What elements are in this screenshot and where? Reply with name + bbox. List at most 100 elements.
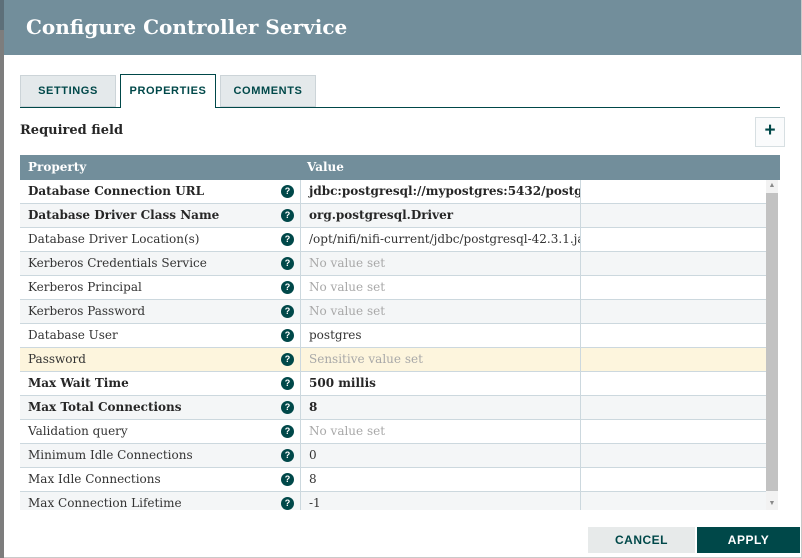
row-filler-cell (580, 228, 766, 251)
property-name: Kerberos Principal (28, 280, 142, 294)
table-row[interactable]: Password? Sensitive value set (20, 348, 766, 372)
row-filler-cell (580, 492, 766, 510)
property-cell: Max Total Connections? (20, 396, 300, 419)
tab-settings[interactable]: SETTINGS (20, 75, 116, 107)
property-value[interactable]: 8 (300, 468, 580, 491)
property-value[interactable]: /opt/nifi/nifi-current/jdbc/postgresql-4… (300, 228, 580, 251)
scroll-down-icon[interactable]: ▼ (766, 498, 778, 510)
property-name: Max Connection Lifetime (28, 496, 182, 510)
row-filler-cell (580, 396, 766, 419)
table-row[interactable]: Database Driver Location(s)? /opt/nifi/ni… (20, 228, 766, 252)
table-row[interactable]: Validation query? No value set (20, 420, 766, 444)
help-icon[interactable]: ? (281, 305, 294, 318)
property-value[interactable]: No value set (300, 300, 580, 323)
property-value[interactable]: jdbc:postgresql://mypostgres:5432/postgr… (300, 180, 580, 203)
table-body: Database Connection URL? jdbc:postgresql:… (20, 180, 780, 510)
required-field-label: Required field (20, 123, 124, 138)
property-cell: Database User? (20, 324, 300, 347)
dialog-header: Configure Controller Service (4, 0, 801, 55)
rows-container: Database Connection URL? jdbc:postgresql:… (20, 180, 780, 510)
help-icon[interactable]: ? (281, 401, 294, 414)
property-cell: Kerberos Password? (20, 300, 300, 323)
help-icon[interactable]: ? (281, 473, 294, 486)
row-filler-cell (580, 300, 766, 323)
table-row[interactable]: Max Idle Connections? 8 (20, 468, 766, 492)
property-cell: Database Driver Class Name? (20, 204, 300, 227)
table-row[interactable]: Kerberos Credentials Service? No value se… (20, 252, 766, 276)
vertical-scrollbar[interactable]: ▲ ▼ (766, 180, 778, 510)
help-icon[interactable]: ? (281, 425, 294, 438)
property-cell: Minimum Idle Connections? (20, 444, 300, 467)
row-filler-cell (580, 372, 766, 395)
dialog-title: Configure Controller Service (26, 15, 348, 39)
row-filler-cell (580, 180, 766, 203)
cancel-button[interactable]: CANCEL (588, 527, 695, 553)
property-cell: Max Wait Time? (20, 372, 300, 395)
column-header-property: Property (28, 160, 87, 174)
property-name: Database Driver Location(s) (28, 232, 200, 246)
table-row[interactable]: Max Wait Time? 500 millis (20, 372, 766, 396)
help-icon[interactable]: ? (281, 185, 294, 198)
row-filler-cell (580, 468, 766, 491)
apply-button[interactable]: APPLY (697, 527, 800, 553)
property-cell: Max Idle Connections? (20, 468, 300, 491)
property-cell: Max Connection Lifetime? (20, 492, 300, 510)
help-icon[interactable]: ? (281, 329, 294, 342)
help-icon[interactable]: ? (281, 233, 294, 246)
property-name: Database Driver Class Name (28, 208, 220, 222)
help-icon[interactable]: ? (281, 497, 294, 510)
property-value[interactable]: 0 (300, 444, 580, 467)
property-name: Password (28, 352, 86, 366)
property-name: Max Idle Connections (28, 472, 161, 486)
help-icon[interactable]: ? (281, 353, 294, 366)
property-cell: Database Connection URL? (20, 180, 300, 203)
row-filler-cell (580, 252, 766, 275)
property-value[interactable]: No value set (300, 420, 580, 443)
property-name: Database Connection URL (28, 184, 205, 198)
property-value[interactable]: No value set (300, 276, 580, 299)
table-row[interactable]: Minimum Idle Connections? 0 (20, 444, 766, 468)
tab-properties[interactable]: PROPERTIES (120, 74, 216, 108)
column-header-value: Value (307, 160, 344, 174)
table-row[interactable]: Database User? postgres (20, 324, 766, 348)
row-filler-cell (580, 204, 766, 227)
table-row[interactable]: Max Connection Lifetime? -1 (20, 492, 766, 510)
row-filler-cell (580, 444, 766, 467)
property-cell: Password? (20, 348, 300, 371)
table-row[interactable]: Max Total Connections? 8 (20, 396, 766, 420)
property-name: Max Wait Time (28, 376, 129, 390)
scrollbar-thumb[interactable] (766, 193, 778, 491)
help-icon[interactable]: ? (281, 449, 294, 462)
table-row[interactable]: Database Driver Class Name? org.postgresq… (20, 204, 766, 228)
property-cell: Kerberos Credentials Service? (20, 252, 300, 275)
table-row[interactable]: Kerberos Principal? No value set (20, 276, 766, 300)
property-name: Kerberos Credentials Service (28, 256, 207, 270)
help-icon[interactable]: ? (281, 281, 294, 294)
scroll-up-icon[interactable]: ▲ (766, 180, 778, 192)
property-value[interactable]: postgres (300, 324, 580, 347)
property-value[interactable]: -1 (300, 492, 580, 510)
row-filler-cell (580, 348, 766, 371)
property-value[interactable]: org.postgresql.Driver (300, 204, 580, 227)
property-name: Minimum Idle Connections (28, 448, 193, 462)
add-property-button[interactable]: + (755, 117, 785, 147)
property-value[interactable]: 500 millis (300, 372, 580, 395)
tab-bar: SETTINGS PROPERTIES COMMENTS (20, 74, 780, 108)
property-name: Kerberos Password (28, 304, 146, 318)
tab-comments[interactable]: COMMENTS (220, 75, 316, 107)
plus-icon: + (764, 120, 776, 141)
table-row[interactable]: Database Connection URL? jdbc:postgresql:… (20, 180, 766, 204)
help-icon[interactable]: ? (281, 377, 294, 390)
table-header: Property Value (20, 155, 780, 180)
property-name: Validation query (28, 424, 128, 438)
row-filler-cell (580, 420, 766, 443)
row-filler-cell (580, 276, 766, 299)
property-value[interactable]: 8 (300, 396, 580, 419)
property-cell: Validation query? (20, 420, 300, 443)
configure-controller-service-dialog: Configure Controller Service SETTINGS PR… (4, 0, 802, 558)
help-icon[interactable]: ? (281, 257, 294, 270)
help-icon[interactable]: ? (281, 209, 294, 222)
property-value[interactable]: Sensitive value set (300, 348, 580, 371)
property-value[interactable]: No value set (300, 252, 580, 275)
table-row[interactable]: Kerberos Password? No value set (20, 300, 766, 324)
